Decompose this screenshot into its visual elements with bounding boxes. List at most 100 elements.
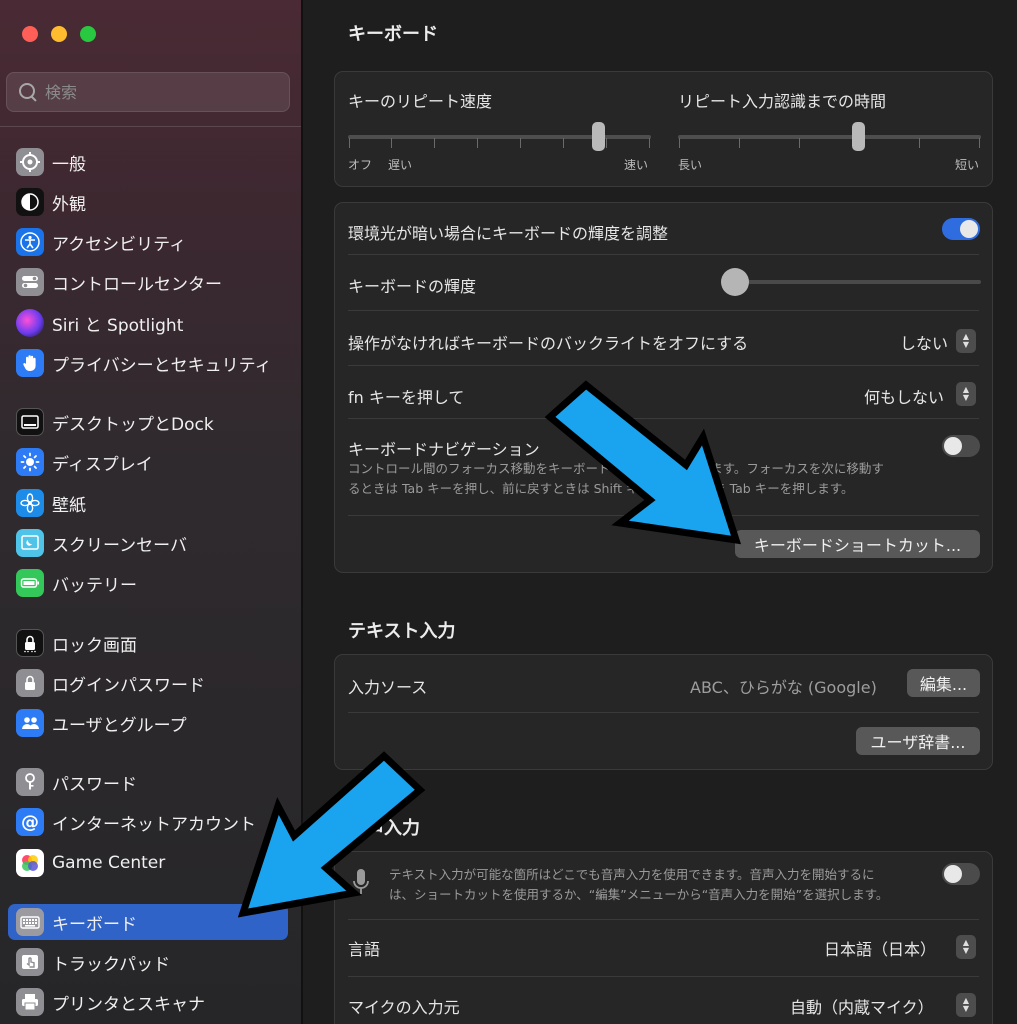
battery-icon [16, 569, 44, 597]
sidebar-item-general[interactable]: 一般 [8, 144, 288, 180]
sidebar-item-appearance[interactable]: 外観 [8, 184, 288, 220]
sidebar-item-label: アクセシビリティ [52, 234, 187, 255]
keyboard-navigation-label: キーボードナビゲーション [348, 440, 540, 459]
sidebar-item-label: ロック画面 [52, 635, 137, 656]
control-center-icon [16, 268, 44, 296]
backlight-off-label: 操作がなければキーボードのバックライトをオフにする [348, 334, 749, 353]
sidebar-item-label: バッテリー [52, 575, 137, 596]
keyboard-brightness-label: キーボードの輝度 [348, 277, 477, 296]
sidebar-item-users-groups[interactable]: ユーザとグループ [8, 705, 288, 741]
dictation-description-2: は、ショートカットを使用するか、“編集”メニューから“音声入力を開始”を選択しま… [389, 887, 889, 902]
sidebar-item-label: パスワード [52, 774, 137, 795]
keyboard-brightness-slider[interactable] [721, 267, 981, 297]
sidebar-item-keyboard[interactable]: キーボード [8, 904, 288, 940]
key-repeat-slider[interactable] [348, 122, 651, 154]
fn-key-stepper[interactable]: ▲ ▼ [956, 382, 976, 406]
backlight-off-stepper[interactable]: ▲ ▼ [956, 329, 976, 353]
padlock-icon [16, 669, 44, 697]
users-icon [16, 709, 44, 737]
sidebar-item-game-center[interactable]: Game Center [8, 845, 288, 881]
sidebar-item-label: ディスプレイ [52, 454, 153, 475]
sidebar-item-wallpaper[interactable]: 壁紙 [8, 485, 288, 521]
sidebar-item-trackpad[interactable]: トラックパッド [8, 944, 288, 980]
game-center-icon [16, 849, 44, 877]
zoom-window-button[interactable] [80, 26, 96, 42]
slider-short-label: 短い [955, 158, 980, 172]
ambient-brightness-toggle[interactable] [942, 218, 980, 240]
chevron-down-icon: ▼ [962, 1004, 970, 1013]
page-title: キーボード [348, 24, 438, 45]
input-source-label: 入力ソース [348, 678, 428, 697]
close-window-button[interactable] [22, 26, 38, 42]
slider-track [721, 280, 981, 284]
microphone-source-stepper[interactable]: ▲ ▼ [956, 993, 976, 1017]
sidebar-item-printers[interactable]: プリンタとスキャナ [8, 984, 288, 1020]
text-input-title: テキスト入力 [348, 621, 456, 642]
appearance-icon [16, 188, 44, 216]
hand-icon [16, 349, 44, 377]
sidebar-item-accessibility[interactable]: アクセシビリティ [8, 224, 288, 260]
sidebar-item-label: スクリーンセーバ [52, 535, 187, 556]
sidebar-item-label: トラックパッド [52, 954, 171, 975]
search-field[interactable] [6, 72, 290, 112]
key-icon [16, 768, 44, 796]
sidebar-item-label: コントロールセンター [52, 274, 222, 295]
keyboard-navigation-toggle[interactable] [942, 435, 980, 457]
keyboard-icon [16, 908, 44, 936]
keyboard-settings-panel: 環境光が暗い場合にキーボードの輝度を調整 キーボードの輝度 操作がなければキーボ… [334, 202, 993, 573]
sidebar-item-control-center[interactable]: コントロールセンター [8, 264, 288, 300]
search-icon [17, 81, 39, 103]
slider-slow-label: 遅い [388, 158, 413, 172]
fn-key-value[interactable]: 何もしない [864, 384, 944, 408]
dictation-description-1: テキスト入力が可能な箇所はどこでも音声入力を使用できます。音声入力を開始するに [389, 867, 875, 882]
sidebar-item-screensaver[interactable]: スクリーンセーバ [8, 525, 288, 561]
sidebar-item-label: Game Center [52, 853, 166, 873]
backlight-off-value[interactable]: しない [900, 330, 948, 354]
user-dictionary-button[interactable]: ユーザ辞書... [856, 727, 980, 755]
sidebar-item-desktop-dock[interactable]: デスクトップとDock [8, 404, 288, 440]
chevron-down-icon: ▼ [962, 393, 970, 402]
sidebar-item-label: インターネットアカウント [52, 814, 256, 835]
sidebar-item-login-password[interactable]: ログインパスワード [8, 665, 288, 701]
sidebar-item-label: 一般 [52, 154, 86, 175]
slider-knob[interactable] [852, 122, 865, 151]
minimize-window-button[interactable] [51, 26, 67, 42]
trackpad-icon [16, 948, 44, 976]
dictation-panel: テキスト入力が可能な箇所はどこでも音声入力を使用できます。音声入力を開始するに … [334, 851, 993, 1024]
gear-icon [16, 148, 44, 176]
ambient-brightness-label: 環境光が暗い場合にキーボードの輝度を調整 [348, 224, 669, 243]
sidebar-item-label: プリンタとスキャナ [52, 994, 205, 1015]
dictation-language-value[interactable]: 日本語（日本） [824, 936, 936, 960]
chevron-down-icon: ▼ [962, 340, 970, 349]
sidebar-item-lock-screen[interactable]: ロック画面 [8, 625, 288, 661]
input-source-value: ABC、ひらがな (Google) [690, 678, 877, 697]
lock-icon [16, 629, 44, 657]
sidebar-item-label: ログインパスワード [52, 675, 205, 696]
slider-knob[interactable] [721, 268, 749, 296]
printer-icon [16, 988, 44, 1016]
microphone-source-value[interactable]: 自動（内蔵マイク） [790, 994, 934, 1018]
sidebar-item-passwords[interactable]: パスワード [8, 764, 288, 800]
microphone-icon [351, 867, 371, 905]
sidebar-item-internet-accounts[interactable]: @ インターネットアカウント [8, 804, 288, 840]
sidebar-item-privacy[interactable]: プライバシーとセキュリティ [8, 345, 288, 381]
search-input[interactable] [45, 82, 265, 102]
dictation-toggle[interactable] [942, 863, 980, 885]
sidebar-item-label: Siri と Spotlight [52, 315, 184, 336]
edit-input-sources-button[interactable]: 編集... [907, 669, 980, 697]
dictation-language-label: 言語 [348, 940, 381, 959]
accessibility-icon [16, 228, 44, 256]
keyboard-shortcuts-button[interactable]: キーボードショートカット... [735, 530, 980, 558]
fn-key-label: fn キーを押して [348, 388, 465, 407]
sidebar-item-battery[interactable]: バッテリー [8, 565, 288, 601]
dictation-language-stepper[interactable]: ▲ ▼ [956, 935, 976, 959]
sidebar-item-displays[interactable]: ディスプレイ [8, 444, 288, 480]
text-input-panel: 入力ソース ABC、ひらがな (Google) 編集... ユーザ辞書... [334, 654, 993, 770]
key-repeat-panel: キーのリピート速度 リピート入力認識までの時間 オフ 遅い 速い 長い 短い [334, 71, 993, 187]
sidebar-item-siri[interactable]: Siri と Spotlight [8, 305, 288, 341]
slider-knob[interactable] [591, 122, 605, 151]
sun-icon [16, 448, 44, 476]
sidebar-item-label: ユーザとグループ [52, 715, 187, 736]
repeat-delay-slider[interactable] [678, 122, 981, 154]
siri-icon [16, 309, 44, 337]
